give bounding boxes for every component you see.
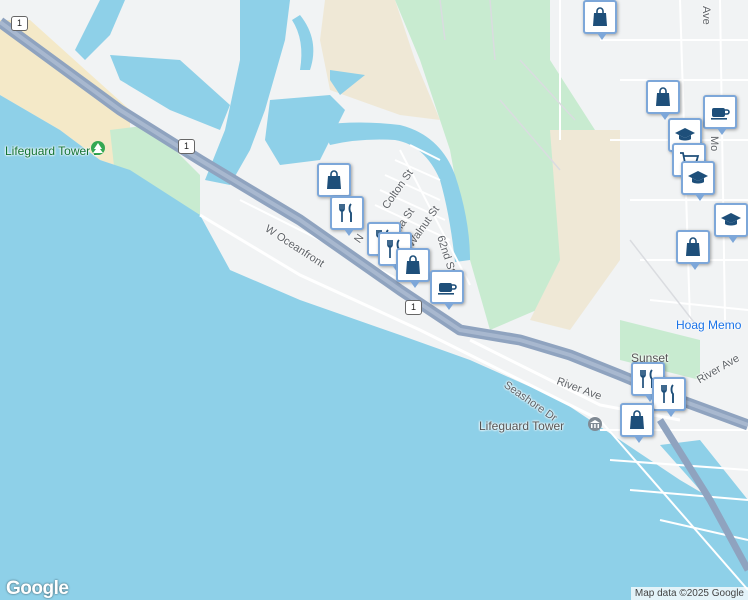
- highway-shield-1: 1: [11, 16, 28, 31]
- shopping-bag-icon: [651, 85, 675, 109]
- map-marker-shopping[interactable]: [620, 403, 654, 443]
- google-logo[interactable]: Google: [6, 578, 69, 600]
- map-base-layer: [0, 0, 748, 600]
- graduation-cap-icon: [719, 208, 743, 232]
- shopping-bag-icon: [625, 408, 649, 432]
- place-label-hoag[interactable]: Hoag Memo: [676, 318, 741, 332]
- restaurant-icon: [657, 382, 681, 406]
- shopping-bag-icon: [401, 253, 425, 277]
- map-marker-cafe[interactable]: [703, 95, 737, 135]
- shopping-bag-icon: [322, 168, 346, 192]
- map-marker-restaurant[interactable]: [652, 377, 686, 417]
- place-label-lifeguard-tower-2[interactable]: Lifeguard Tower 2: [5, 144, 100, 158]
- street-label: Ave: [700, 6, 712, 25]
- map-canvas[interactable]: 1 1 1 Lifeguard Tower 2 Lifeguard Tower …: [0, 0, 748, 600]
- shopping-bag-icon: [681, 235, 705, 259]
- map-marker-shopping[interactable]: [317, 163, 351, 203]
- map-marker-restaurant[interactable]: [330, 196, 364, 236]
- graduation-cap-icon: [686, 166, 710, 190]
- map-marker-cafe[interactable]: [430, 270, 464, 310]
- restaurant-icon: [335, 201, 359, 225]
- coffee-icon: [435, 275, 459, 299]
- landmark-icon[interactable]: [588, 417, 602, 431]
- map-marker-school[interactable]: [714, 203, 748, 243]
- map-marker-shopping[interactable]: [646, 80, 680, 120]
- map-marker-school[interactable]: [681, 161, 715, 201]
- map-marker-shopping[interactable]: [676, 230, 710, 270]
- highway-shield-1: 1: [405, 300, 422, 315]
- coffee-icon: [708, 100, 732, 124]
- street-label: Mo: [708, 136, 720, 152]
- map-marker-shopping[interactable]: [396, 248, 430, 288]
- shopping-bag-icon: [588, 5, 612, 29]
- tree-icon[interactable]: [91, 141, 105, 155]
- map-marker-shopping[interactable]: [583, 0, 617, 40]
- highway-shield-1: 1: [178, 139, 195, 154]
- map-attribution[interactable]: Map data ©2025 Google: [630, 587, 748, 600]
